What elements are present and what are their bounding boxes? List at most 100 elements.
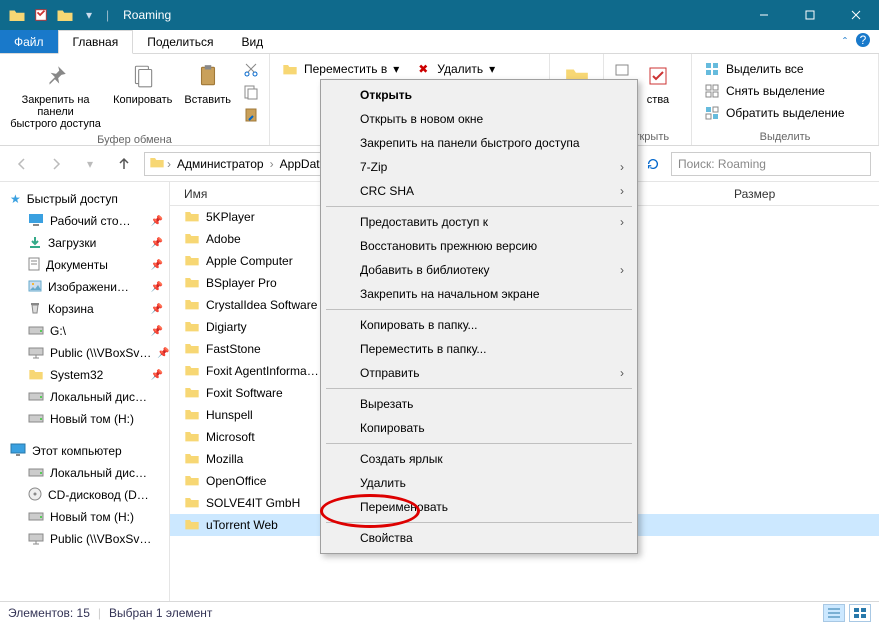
file-name: Mozilla: [206, 452, 243, 466]
sidebar-item[interactable]: Локальный дис…: [0, 386, 169, 408]
file-name: uTorrent Web: [206, 518, 278, 532]
cd-icon: [28, 487, 42, 504]
copy-button[interactable]: Копировать: [109, 58, 176, 108]
help-icon[interactable]: ?: [855, 32, 871, 51]
menu-item[interactable]: Открыть: [324, 83, 634, 107]
quick-access-label: Быстрый доступ: [27, 192, 118, 206]
sidebar-item[interactable]: Корзина📌: [0, 298, 169, 320]
details-view-button[interactable]: [823, 604, 845, 622]
drive-icon: [28, 510, 44, 525]
delete-button[interactable]: ✖ Удалить ▾: [409, 58, 501, 80]
move-to-button[interactable]: Переместить в ▾: [276, 58, 405, 80]
invert-selection-button[interactable]: Обратить выделение: [698, 102, 851, 124]
file-name: OpenOffice: [206, 474, 266, 488]
sidebar-item-label: CD-дисковод (D…: [48, 488, 149, 502]
pin-icon: 📌: [151, 370, 163, 381]
paste-button[interactable]: Вставить: [180, 58, 235, 108]
menu-item[interactable]: Отправить›: [324, 361, 634, 385]
menu-item[interactable]: Переименовать: [324, 495, 634, 519]
menu-item[interactable]: 7-Zip›: [324, 155, 634, 179]
menu-item[interactable]: Закрепить на начальном экране: [324, 282, 634, 306]
thumbnails-view-button[interactable]: [849, 604, 871, 622]
menu-item[interactable]: Восстановить прежнюю версию: [324, 234, 634, 258]
folder-icon: [184, 319, 200, 336]
sidebar-item-label: Загрузки: [48, 236, 96, 250]
move-to-label: Переместить в: [304, 62, 387, 76]
menu-item[interactable]: Переместить в папку...: [324, 337, 634, 361]
menu-separator: [326, 522, 632, 523]
pin-to-quick-access-button[interactable]: Закрепить на панели быстрого доступа: [6, 58, 105, 132]
sidebar-item[interactable]: CD-дисковод (D…: [0, 484, 169, 506]
pin-label: Закрепить на панели быстрого доступа: [10, 94, 101, 130]
group-select-label: Выделить: [698, 129, 872, 143]
sidebar-item[interactable]: Рабочий сто…📌: [0, 210, 169, 232]
col-size[interactable]: Размер: [704, 187, 804, 201]
cut-button[interactable]: [239, 60, 263, 80]
menu-item-label: Открыть: [360, 88, 412, 102]
sidebar-item[interactable]: Public (\\VBoxSv…: [0, 528, 169, 550]
breadcrumb-item[interactable]: Администратор: [173, 157, 268, 171]
search-input[interactable]: Поиск: Roaming: [671, 152, 871, 176]
menu-separator: [326, 388, 632, 389]
sidebar-item[interactable]: Загрузки📌: [0, 232, 169, 254]
open-button[interactable]: [610, 60, 634, 80]
menu-item[interactable]: Копировать: [324, 416, 634, 440]
minimize-button[interactable]: [741, 0, 787, 30]
sidebar-item-label: Локальный дис…: [50, 390, 147, 404]
copy-path-button[interactable]: [239, 82, 263, 102]
tab-share[interactable]: Поделиться: [133, 30, 227, 53]
chevron-right-icon: ›: [620, 263, 624, 277]
menu-item-label: Удалить: [360, 476, 406, 490]
menu-item-label: Свойства: [360, 531, 413, 545]
menu-item[interactable]: Открыть в новом окне: [324, 107, 634, 131]
file-name: Foxit Software: [206, 386, 283, 400]
tab-view[interactable]: Вид: [227, 30, 277, 53]
sidebar-item[interactable]: Новый том (H:): [0, 408, 169, 430]
menu-item-label: Вырезать: [360, 397, 413, 411]
sidebar-item[interactable]: System32📌: [0, 364, 169, 386]
menu-item[interactable]: Свойства: [324, 526, 634, 550]
forward-button[interactable]: [42, 150, 70, 178]
chevron-right-icon: ›: [620, 184, 624, 198]
qat-dropdown-icon[interactable]: ▾: [78, 4, 100, 26]
maximize-button[interactable]: [787, 0, 833, 30]
menu-item[interactable]: Закрепить на панели быстрого доступа: [324, 131, 634, 155]
folder2-icon[interactable]: [54, 4, 76, 26]
sidebar-item-label: Public (\\VBoxSv…: [50, 532, 151, 546]
chevron-down-icon: ▾: [489, 62, 495, 76]
recent-dropdown[interactable]: ▾: [76, 150, 104, 178]
network-icon: [28, 531, 44, 548]
properties-icon[interactable]: [30, 4, 52, 26]
up-button[interactable]: [110, 150, 138, 178]
sidebar-item[interactable]: Документы📌: [0, 254, 169, 276]
file-name: Microsoft: [206, 430, 255, 444]
close-button[interactable]: [833, 0, 879, 30]
back-button[interactable]: [8, 150, 36, 178]
properties-button[interactable]: ства: [638, 58, 678, 108]
search-placeholder: Поиск: Roaming: [678, 157, 766, 171]
tab-home[interactable]: Главная: [58, 30, 134, 54]
menu-item[interactable]: Добавить в библиотеку›: [324, 258, 634, 282]
select-none-button[interactable]: Снять выделение: [698, 80, 831, 102]
refresh-button[interactable]: [641, 152, 665, 176]
menu-item[interactable]: Удалить: [324, 471, 634, 495]
sidebar-quick-access[interactable]: ★ Быстрый доступ: [0, 188, 169, 210]
sidebar-item[interactable]: G:\📌: [0, 320, 169, 342]
paste-shortcut-button[interactable]: [239, 104, 263, 124]
tab-file[interactable]: Файл: [0, 30, 58, 53]
sidebar-item[interactable]: Локальный дис…: [0, 462, 169, 484]
menu-item[interactable]: Копировать в папку...: [324, 313, 634, 337]
menu-item[interactable]: Вырезать: [324, 392, 634, 416]
document-icon: [28, 257, 40, 274]
select-all-button[interactable]: Выделить все: [698, 58, 810, 80]
collapse-ribbon-icon[interactable]: ˆ: [843, 35, 847, 49]
sidebar-this-pc[interactable]: Этот компьютер: [0, 440, 169, 462]
sidebar-item[interactable]: Новый том (H:): [0, 506, 169, 528]
menu-item[interactable]: CRC SHA›: [324, 179, 634, 203]
chevron-right-icon[interactable]: ›: [167, 157, 171, 171]
sidebar-item[interactable]: Public (\\VBoxSv…📌: [0, 342, 169, 364]
menu-item[interactable]: Создать ярлык: [324, 447, 634, 471]
chevron-right-icon[interactable]: ›: [270, 157, 274, 171]
menu-item[interactable]: Предоставить доступ к›: [324, 210, 634, 234]
sidebar-item[interactable]: Изображени…📌: [0, 276, 169, 298]
